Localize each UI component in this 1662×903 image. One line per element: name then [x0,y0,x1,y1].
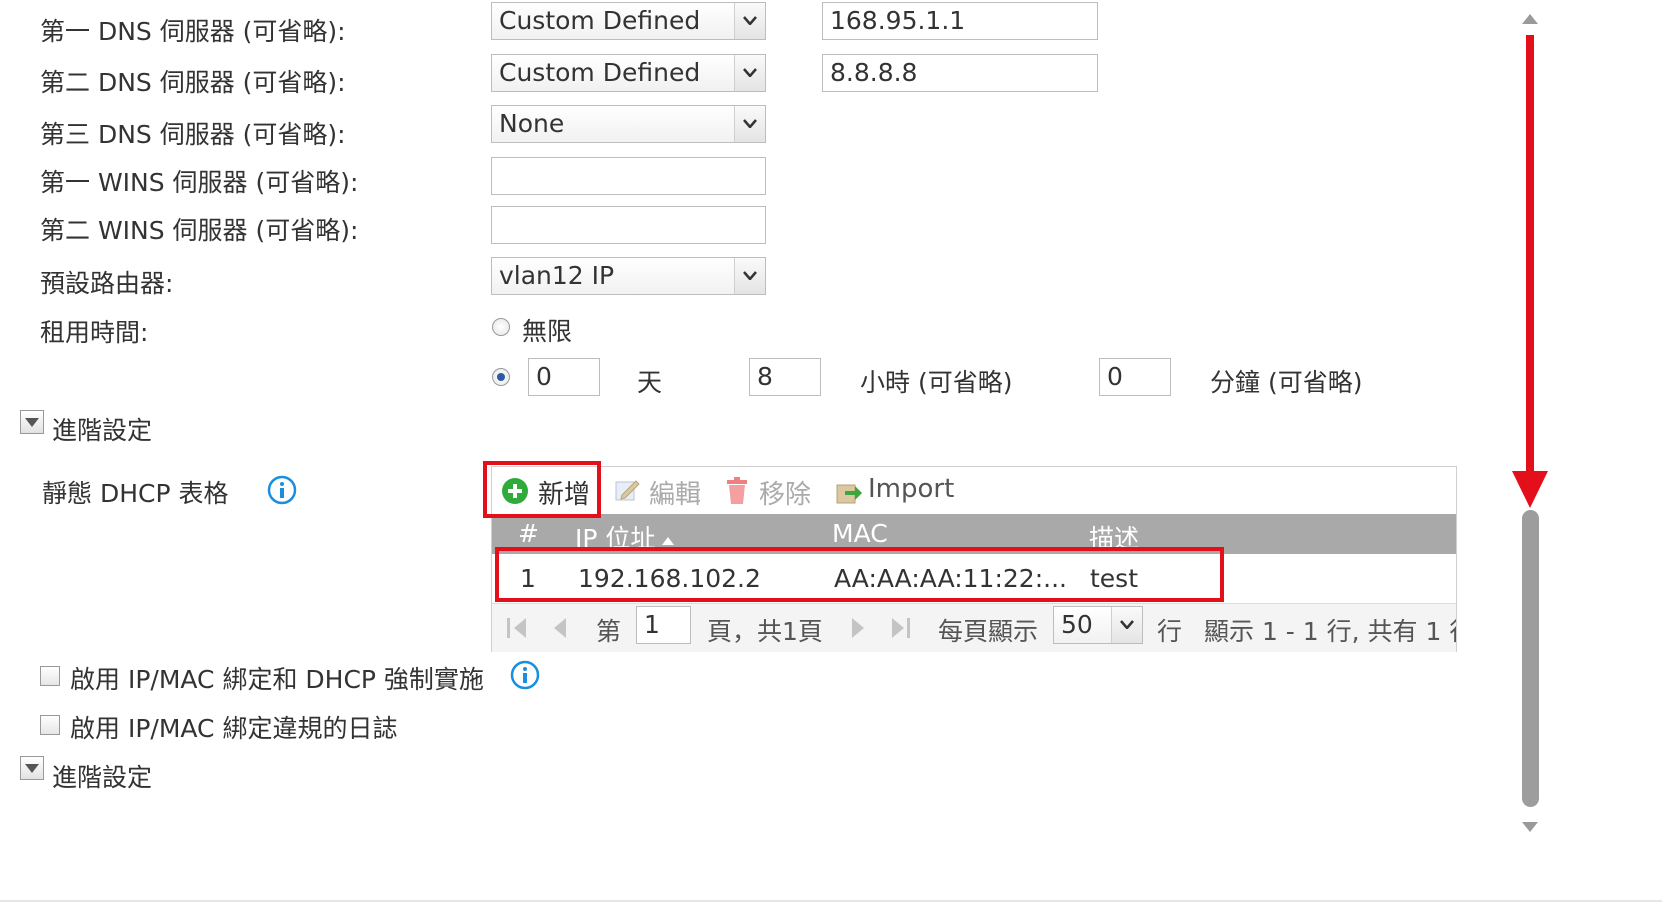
edit-button[interactable]: 編輯 [649,474,701,511]
lease-custom-radio[interactable] [492,368,510,386]
triangle-down-icon [25,418,39,427]
dns2-ip-value: 8.8.8.8 [830,58,918,87]
violation-log-checkbox[interactable] [40,715,60,735]
next-page-icon[interactable] [850,616,866,644]
dns2-mode-select[interactable]: Custom Defined [491,54,766,92]
annotation-box-add [483,461,601,518]
lease-days-unit: 天 [637,368,663,397]
dns2-mode-value: Custom Defined [499,58,701,87]
chevron-down-icon[interactable] [734,106,765,142]
wins1-input[interactable] [491,157,766,195]
scrollbar-thumb[interactable] [1522,510,1539,807]
ip-mac-binding-label: 啟用 IP/MAC 綁定和 DHCP 強制實施 [70,665,484,694]
ip-mac-binding-checkbox[interactable] [40,666,60,686]
lease-hours-unit: 小時 (可省略) [860,368,1013,397]
per-page-label: 每頁顯示 [938,617,1039,646]
lease-minutes-value: 0 [1107,362,1123,391]
static-dhcp-label: 靜態 DHCP 表格 [42,479,229,508]
rows-label: 行 [1157,617,1183,646]
first-page-icon[interactable] [506,616,528,644]
dns1-mode-select[interactable]: Custom Defined [491,2,766,40]
lease-minutes-unit: 分鐘 (可省略) [1210,368,1363,397]
column-number[interactable]: # [518,519,539,548]
remove-button[interactable]: 移除 [759,474,811,511]
dns3-mode-value: None [499,109,565,138]
lease-label: 租用時間: [40,318,149,347]
wins2-label: 第二 WINS 伺服器 (可省略): [40,216,359,245]
edit-icon [614,477,640,507]
last-page-icon[interactable] [890,616,912,644]
lease-unlimited-label: 無限 [522,317,573,346]
lease-unlimited-radio[interactable] [492,318,510,336]
chevron-down-icon[interactable] [734,258,765,294]
dns3-mode-select[interactable]: None [491,105,766,143]
lease-days-input[interactable]: 0 [528,358,600,396]
lease-hours-input[interactable]: 8 [749,358,821,396]
annotation-arrow-down-icon [1510,35,1550,514]
import-button[interactable]: Import [868,474,954,504]
page-number-value: 1 [644,610,660,639]
import-icon [835,477,863,509]
dns1-mode-value: Custom Defined [499,6,701,35]
per-page-value: 50 [1061,610,1093,639]
pager-summary-clip: 顯示 1 - 1 行, 共有 1 行 [1204,603,1456,651]
trash-icon [725,477,749,509]
dns1-ip-value: 168.95.1.1 [830,6,966,35]
lease-minutes-input[interactable]: 0 [1099,358,1171,396]
annotation-box-row [495,547,1224,602]
page-number-input[interactable]: 1 [636,606,691,644]
info-icon[interactable] [510,660,540,694]
dns1-label: 第一 DNS 伺服器 (可省略): [40,17,346,46]
dns3-label: 第三 DNS 伺服器 (可省略): [40,120,346,149]
dns2-label: 第二 DNS 伺服器 (可省略): [40,68,346,97]
advanced-label-1: 進階設定 [52,416,153,445]
dns1-ip-input[interactable]: 168.95.1.1 [822,2,1098,40]
lease-days-value: 0 [536,362,552,391]
per-page-select[interactable]: 50 [1053,606,1143,644]
scroll-up-icon[interactable] [1520,10,1540,29]
wins1-label: 第一 WINS 伺服器 (可省略): [40,168,359,197]
router-select[interactable]: vlan12 IP [491,257,766,295]
column-mac[interactable]: MAC [832,519,888,548]
violation-log-label: 啟用 IP/MAC 綁定違規的日誌 [70,714,398,743]
lease-hours-value: 8 [757,362,773,391]
prev-page-icon[interactable] [552,616,568,644]
page-prefix: 第 [596,617,622,646]
advanced-toggle-2[interactable] [20,756,44,780]
scroll-down-icon[interactable] [1520,820,1540,839]
dns2-ip-input[interactable]: 8.8.8.8 [822,54,1098,92]
info-icon[interactable] [267,475,297,509]
chevron-down-icon[interactable] [734,3,765,39]
bottom-divider [0,900,1662,902]
pager-summary: 顯示 1 - 1 行, 共有 1 行 [1204,617,1456,646]
advanced-label-2: 進階設定 [52,763,153,792]
router-value: vlan12 IP [499,261,615,290]
triangle-down-icon [25,764,39,773]
router-label: 預設路由器: [40,269,174,298]
chevron-down-icon[interactable] [1111,607,1142,643]
advanced-toggle-1[interactable] [20,410,44,434]
page-suffix: 頁，共1頁 [707,617,823,646]
chevron-down-icon[interactable] [734,55,765,91]
wins2-input[interactable] [491,206,766,244]
